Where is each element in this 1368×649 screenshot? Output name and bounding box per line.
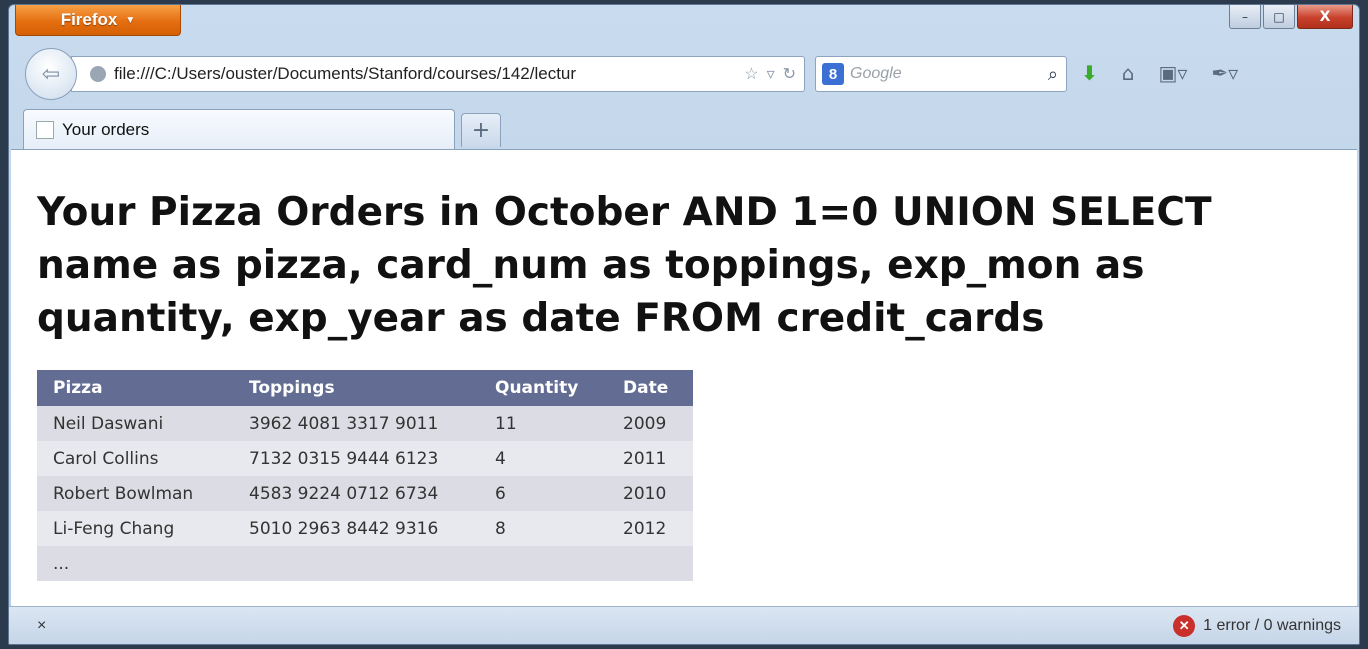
maximize-button[interactable]: □ bbox=[1263, 5, 1295, 29]
cell-pizza: ... bbox=[37, 546, 233, 581]
download-icon[interactable]: ⬇ bbox=[1081, 61, 1098, 85]
cell-quantity: 4 bbox=[479, 441, 607, 476]
cell-date bbox=[607, 546, 693, 581]
addon-icon[interactable]: ✒▿ bbox=[1211, 61, 1238, 85]
dropdown-icon[interactable]: ▿ bbox=[767, 64, 775, 84]
orders-table: Pizza Toppings Quantity Date Neil Daswan… bbox=[37, 370, 693, 581]
table-row: Li-Feng Chang 5010 2963 8442 9316 8 2012 bbox=[37, 511, 693, 546]
reload-icon[interactable]: ↻ bbox=[783, 64, 796, 84]
tab-your-orders[interactable]: Your orders bbox=[23, 109, 455, 149]
window-controls: – □ X bbox=[1229, 5, 1353, 29]
firefox-menu-label: Firefox bbox=[60, 10, 118, 29]
cell-quantity bbox=[479, 546, 607, 581]
cell-toppings: 4583 9224 0712 6734 bbox=[233, 476, 479, 511]
search-bar[interactable]: 8 Google ⌕ bbox=[815, 56, 1067, 92]
cell-date: 2009 bbox=[607, 406, 693, 441]
cell-quantity: 6 bbox=[479, 476, 607, 511]
cell-date: 2011 bbox=[607, 441, 693, 476]
chevron-down-icon: ▼ bbox=[125, 14, 136, 26]
cell-pizza: Neil Daswani bbox=[37, 406, 233, 441]
tab-title: Your orders bbox=[62, 119, 150, 139]
table-header-row: Pizza Toppings Quantity Date bbox=[37, 370, 693, 406]
column-header-quantity: Quantity bbox=[479, 370, 607, 406]
error-count-text: 1 error / 0 warnings bbox=[1203, 616, 1341, 634]
cell-toppings bbox=[233, 546, 479, 581]
cell-quantity: 11 bbox=[479, 406, 607, 441]
page-title: Your Pizza Orders in October AND 1=0 UNI… bbox=[37, 190, 1212, 341]
url-bar[interactable]: file:///C:/Users/ouster/Documents/Stanfo… bbox=[71, 56, 805, 92]
minimize-button[interactable]: – bbox=[1229, 5, 1261, 29]
cell-pizza: Li-Feng Chang bbox=[37, 511, 233, 546]
close-button[interactable]: X bbox=[1297, 5, 1353, 29]
cell-toppings: 3962 4081 3317 9011 bbox=[233, 406, 479, 441]
page-icon bbox=[36, 120, 54, 139]
cell-toppings: 7132 0315 9444 6123 bbox=[233, 441, 479, 476]
firefox-menu-button[interactable]: Firefox ▼ bbox=[15, 5, 181, 36]
tab-bar: Your orders + bbox=[9, 105, 1359, 149]
home-icon[interactable]: ⌂ bbox=[1122, 61, 1135, 85]
toolbar-icons: ⬇ ⌂ ▣▿ ✒▿ bbox=[1081, 61, 1238, 85]
cell-date: 2012 bbox=[607, 511, 693, 546]
column-header-date: Date bbox=[607, 370, 693, 406]
back-arrow-icon: ⇦ bbox=[41, 61, 61, 87]
search-placeholder[interactable]: Google bbox=[850, 65, 1048, 83]
browser-window: Firefox ▼ – □ X file:///C:/Users/ouster/… bbox=[8, 4, 1360, 645]
error-icon: ✕ bbox=[1173, 614, 1196, 637]
cell-pizza: Carol Collins bbox=[37, 441, 233, 476]
table-row: Neil Daswani 3962 4081 3317 9011 11 2009 bbox=[37, 406, 693, 441]
cell-toppings: 5010 2963 8442 9316 bbox=[233, 511, 479, 546]
url-text[interactable]: file:///C:/Users/ouster/Documents/Stanfo… bbox=[114, 64, 744, 84]
back-button[interactable]: ⇦ bbox=[25, 48, 77, 100]
cell-date: 2010 bbox=[607, 476, 693, 511]
error-console-status[interactable]: ✕ 1 error / 0 warnings bbox=[1173, 614, 1341, 637]
cell-quantity: 8 bbox=[479, 511, 607, 546]
navigation-bar: file:///C:/Users/ouster/Documents/Stanfo… bbox=[9, 43, 1359, 105]
column-header-toppings: Toppings bbox=[233, 370, 479, 406]
page-content: Your Pizza Orders in October AND 1=0 UNI… bbox=[11, 149, 1357, 606]
table-row: ... bbox=[37, 546, 693, 581]
globe-icon bbox=[90, 66, 106, 82]
column-header-pizza: Pizza bbox=[37, 370, 233, 406]
google-logo-icon[interactable]: 8 bbox=[822, 63, 844, 85]
url-bar-icons: ☆ ▿ ↻ bbox=[744, 64, 804, 84]
star-icon[interactable]: ☆ bbox=[744, 64, 758, 84]
search-icon[interactable]: ⌕ bbox=[1048, 64, 1066, 85]
table-row: Robert Bowlman 4583 9224 0712 6734 6 201… bbox=[37, 476, 693, 511]
cell-pizza: Robert Bowlman bbox=[37, 476, 233, 511]
table-row: Carol Collins 7132 0315 9444 6123 4 2011 bbox=[37, 441, 693, 476]
close-status-icon[interactable]: × bbox=[37, 617, 46, 635]
new-tab-button[interactable]: + bbox=[461, 113, 501, 147]
status-bar: × ✕ 1 error / 0 warnings bbox=[9, 606, 1359, 644]
bookmarks-icon[interactable]: ▣▿ bbox=[1158, 61, 1187, 85]
